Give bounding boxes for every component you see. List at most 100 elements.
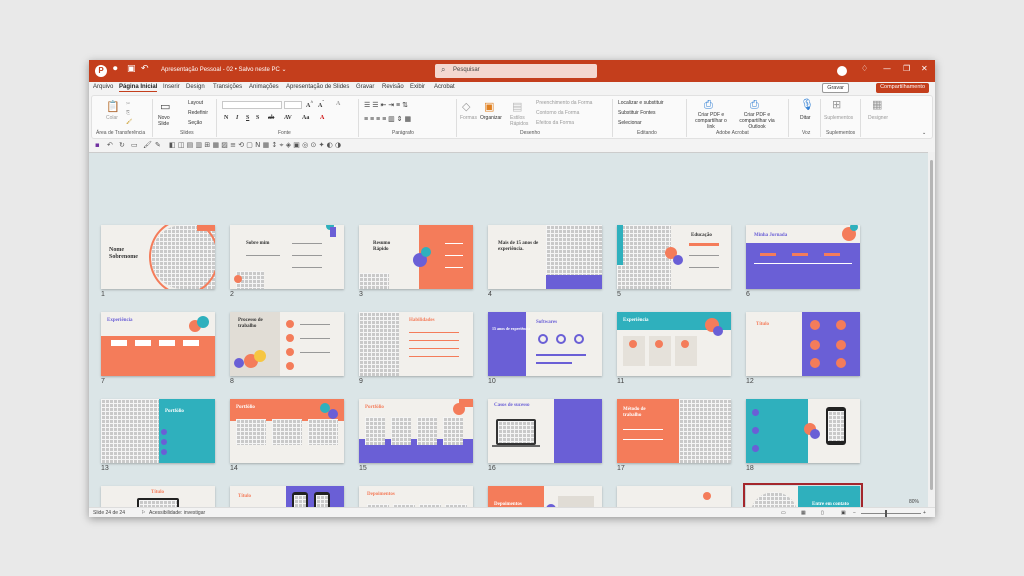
- font-color-icon[interactable]: A: [320, 115, 324, 121]
- zoom-out-icon[interactable]: −: [853, 510, 856, 516]
- redo-icon[interactable]: ↻: [119, 141, 125, 149]
- bullets-icon[interactable]: ☰ ☰ ⇤ ⇥ ≡ ⇅: [364, 101, 408, 109]
- change-case-icon[interactable]: Aa: [302, 115, 309, 121]
- tab-transicoes[interactable]: Transições: [213, 84, 242, 90]
- designer-icon[interactable]: ▦: [872, 98, 882, 111]
- addins-icon[interactable]: ⊞: [832, 98, 841, 111]
- tab-apresentacao[interactable]: Apresentação de Slides: [286, 84, 349, 90]
- autosave-icon[interactable]: ⏺: [113, 64, 118, 74]
- reset-button[interactable]: Redefinir: [188, 110, 208, 116]
- italic-icon[interactable]: I: [236, 115, 238, 121]
- zoom-level[interactable]: 80%: [909, 499, 919, 505]
- undo-icon[interactable]: ↶: [141, 64, 149, 74]
- tab-design[interactable]: Design: [186, 84, 205, 90]
- microphone-icon[interactable]: 🎙: [800, 98, 814, 111]
- shadow-icon[interactable]: S: [256, 115, 259, 121]
- create-pdf-link-button[interactable]: Criar PDF e compartilhar o link: [692, 112, 730, 130]
- save-icon[interactable]: ▪: [95, 141, 100, 149]
- quick-styles-button[interactable]: Estilos Rápidos: [510, 115, 532, 127]
- dictate-button[interactable]: Ditar: [800, 115, 811, 121]
- paste-icon[interactable]: 📋: [106, 100, 120, 113]
- align-icons[interactable]: ≡ ≡ ≡ ≡ ▥ ⇕ ▦: [364, 115, 411, 123]
- avatar[interactable]: [837, 66, 847, 76]
- zoom-slider-thumb[interactable]: [885, 510, 887, 517]
- tab-acrobat[interactable]: Acrobat: [434, 84, 455, 90]
- slideshow-view-icon[interactable]: ▣: [841, 510, 846, 516]
- replace-fonts-button[interactable]: Substituir Fontes: [618, 110, 656, 116]
- tab-inserir[interactable]: Inserir: [163, 84, 180, 90]
- slide-thumbnail[interactable]: Experiência: [617, 312, 731, 376]
- new-slide-icon[interactable]: ▭: [160, 100, 170, 113]
- tab-arquivo[interactable]: Arquivo: [93, 84, 113, 90]
- slide-thumbnail[interactable]: Experiência: [101, 312, 215, 376]
- tab-pagina-inicial[interactable]: Página Inicial: [119, 84, 158, 92]
- slide-thumbnail[interactable]: Casos de sucesso: [488, 399, 602, 463]
- slide-thumbnail[interactable]: Título: [746, 312, 860, 376]
- arrange-icon[interactable]: ▣: [484, 100, 494, 113]
- slide-thumbnail[interactable]: Nome Sobrenome: [101, 225, 215, 289]
- spacing-icon[interactable]: AV: [284, 115, 292, 121]
- normal-view-icon[interactable]: ▭: [781, 510, 786, 516]
- find-replace-button[interactable]: Localizar e substituir: [618, 100, 664, 106]
- vertical-scrollbar[interactable]: [928, 152, 935, 507]
- font-family-select[interactable]: [222, 101, 282, 109]
- accessibility-status[interactable]: Acessibilidade: investigar: [149, 510, 205, 516]
- zoom-slider[interactable]: [861, 513, 921, 514]
- shape-outline-button[interactable]: Contorno da Forma: [536, 110, 579, 116]
- grow-font-icon[interactable]: A^: [306, 101, 313, 109]
- search-input[interactable]: ⌕ Pesquisar: [435, 64, 597, 78]
- slide-thumbnail[interactable]: Portfólio: [230, 399, 344, 463]
- format-painter-icon[interactable]: 🖌: [143, 141, 152, 149]
- designer-button[interactable]: Designer: [868, 115, 888, 121]
- slide-thumbnail[interactable]: Minha Jornada: [746, 225, 860, 289]
- cut-icon[interactable]: ✂: [126, 101, 130, 107]
- slide-thumbnail[interactable]: Portfólio: [359, 399, 473, 463]
- section-button[interactable]: Seção: [188, 120, 202, 126]
- strikethrough-icon[interactable]: ab: [268, 115, 274, 121]
- slide-thumbnail[interactable]: Educação: [617, 225, 731, 289]
- slide-thumbnail[interactable]: Habilidades: [359, 312, 473, 376]
- clear-format-icon[interactable]: A: [336, 101, 340, 107]
- layout-button[interactable]: Layout: [188, 100, 203, 106]
- reading-view-icon[interactable]: ▯: [821, 510, 824, 516]
- document-title[interactable]: Apresentação Pessoal - 02 • Salvo neste …: [161, 66, 287, 73]
- slide-thumbnail[interactable]: 15 anos de experiência Softwares: [488, 312, 602, 376]
- bold-icon[interactable]: N: [224, 115, 228, 121]
- share-button[interactable]: Compartilhamento: [876, 83, 929, 93]
- gravar-button[interactable]: Gravar: [822, 83, 849, 93]
- save-icon[interactable]: ▣: [127, 64, 136, 74]
- close-icon[interactable]: ✕: [921, 64, 928, 73]
- create-pdf-outlook-button[interactable]: Criar PDF e compartilhar via Outlook: [734, 112, 780, 130]
- lightbulb-icon[interactable]: ♢: [861, 64, 868, 73]
- addins-button[interactable]: Suplementos: [824, 115, 853, 121]
- restore-icon[interactable]: ❐: [903, 64, 910, 73]
- shrink-font-icon[interactable]: Aˇ: [318, 101, 324, 109]
- shapes-icon[interactable]: ◧ ◫ ▤ ▥ ⊞ ▦ ▨ ≡ ⟲ ▢ Ν ▦ ↕ ⌖ ◈ ▣ ◎ ⊙ ✦ ◐ …: [169, 141, 341, 150]
- new-slide-button[interactable]: Novo Slide: [158, 115, 174, 127]
- start-slideshow-icon[interactable]: ▭: [131, 141, 138, 149]
- sorter-view-icon[interactable]: ▦: [801, 510, 806, 516]
- slide-thumbnail[interactable]: Método de trabalho: [617, 399, 731, 463]
- slide-thumbnail[interactable]: [746, 399, 860, 463]
- zoom-in-icon[interactable]: +: [923, 510, 926, 516]
- pdf-outlook-icon[interactable]: ⎙: [750, 98, 759, 112]
- pdf-link-icon[interactable]: ⎙: [704, 98, 713, 112]
- shapes-icon[interactable]: ◇: [462, 100, 470, 113]
- slide-thumbnail[interactable]: Mais de 15 anos de experiência.: [488, 225, 602, 289]
- collapse-ribbon-icon[interactable]: ⌄: [922, 130, 926, 136]
- slide-thumbnail[interactable]: Portfólio: [101, 399, 215, 463]
- tab-gravar[interactable]: Gravar: [356, 84, 374, 90]
- slide-thumbnail[interactable]: Sobre mim: [230, 225, 344, 289]
- slide-thumbnail[interactable]: Processo de trabalho: [230, 312, 344, 376]
- shape-effects-button[interactable]: Efeitos da Forma: [536, 120, 574, 126]
- tab-animacoes[interactable]: Animações: [249, 84, 279, 90]
- underline-icon[interactable]: S: [246, 115, 249, 121]
- copy-icon[interactable]: ⎘: [126, 110, 130, 116]
- arrange-button[interactable]: Organizar: [480, 115, 502, 121]
- quick-styles-icon[interactable]: ▤: [512, 100, 522, 113]
- tab-exibir[interactable]: Exibir: [410, 84, 425, 90]
- shape-fill-button[interactable]: Preenchimento da Forma: [536, 100, 592, 106]
- select-button[interactable]: Selecionar: [618, 120, 642, 126]
- tab-revisao[interactable]: Revisão: [382, 84, 404, 90]
- format-painter-icon[interactable]: 🖌: [126, 119, 132, 125]
